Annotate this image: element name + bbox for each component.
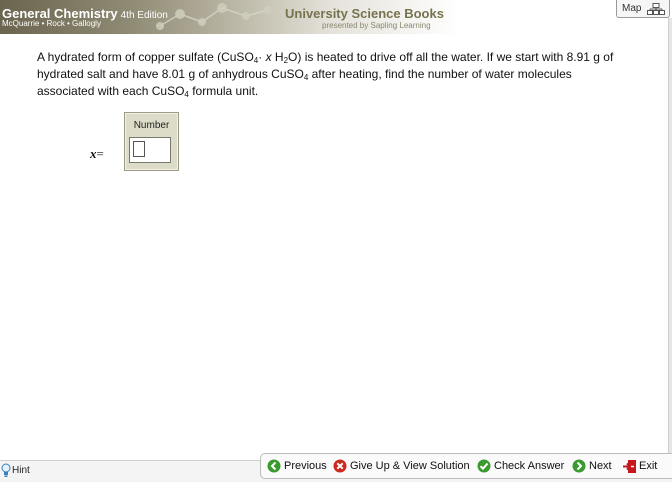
hint-label: Hint: [12, 465, 30, 476]
arrow-left-icon: [267, 459, 281, 473]
check-icon: [477, 459, 491, 473]
input-caret: [133, 141, 145, 157]
answer-variable-label: x=: [90, 146, 104, 162]
question-part: H: [271, 50, 284, 64]
publisher-name: University Science Books: [285, 6, 444, 21]
header-banner: General Chemistry 4th Edition McQuarrie •…: [0, 0, 460, 34]
map-button-label: Map: [622, 3, 642, 14]
exit-label: Exit: [639, 460, 658, 472]
presented-by: presented by Sapling Learning: [322, 21, 431, 30]
molecule-decoration-icon: [156, 3, 272, 30]
previous-label: Previous: [284, 460, 327, 472]
scroll-edge: [668, 18, 672, 458]
map-button[interactable]: Map: [616, 0, 670, 18]
question-part: formula unit.: [188, 84, 259, 98]
question-part: ·: [258, 50, 266, 64]
lightbulb-icon: [1, 463, 11, 477]
navigation-panel: Previous Give Up & View Solution Check A…: [260, 453, 672, 479]
question-text: A hydrated form of copper sulfate (CuSO4…: [37, 49, 627, 100]
next-label: Next: [589, 460, 612, 472]
check-answer-label: Check Answer: [494, 460, 565, 472]
give-up-label: Give Up & View Solution: [350, 460, 470, 472]
answer-caption: Number: [133, 120, 170, 131]
arrow-right-icon: [572, 459, 586, 473]
question-part: A hydrated form of copper sulfate (CuSO: [37, 50, 254, 64]
equals-sign: =: [96, 146, 104, 161]
exit-icon: [623, 460, 636, 473]
give-up-icon: [333, 459, 347, 473]
book-authors: McQuarrie • Rock • Gallogly: [2, 19, 101, 28]
book-edition: 4th Edition: [120, 10, 168, 21]
sitemap-icon: [647, 3, 665, 15]
